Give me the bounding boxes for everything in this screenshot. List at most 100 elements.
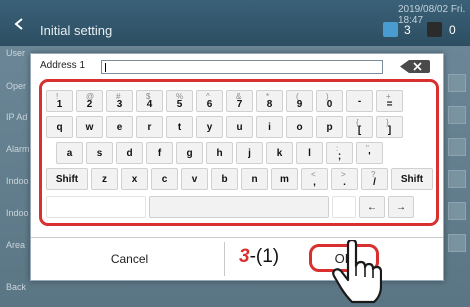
- power-icon: [383, 22, 398, 37]
- key-char: y: [206, 121, 213, 133]
- key-char: v: [191, 173, 198, 185]
- backspace-icon[interactable]: [400, 60, 430, 73]
- key[interactable]: o: [286, 116, 313, 138]
- address-field-label: Address 1: [40, 60, 86, 71]
- key[interactable]: :;: [326, 142, 353, 164]
- key[interactable]: s: [86, 142, 113, 164]
- key-char: .: [343, 176, 346, 188]
- key[interactable]: f: [146, 142, 173, 164]
- key[interactable]: e: [106, 116, 133, 138]
- bg-label: Oper: [6, 81, 27, 91]
- key-char: [: [357, 124, 362, 136]
- key-char: n: [251, 173, 258, 185]
- key[interactable]: }]: [376, 116, 403, 138]
- bg-label: Back: [6, 282, 27, 292]
- back-arrow-icon[interactable]: [14, 18, 24, 30]
- key-char: t: [177, 121, 182, 133]
- bg-label: Indoo: [6, 208, 29, 218]
- key[interactable]: ) 0: [316, 90, 343, 112]
- step-number: 3: [239, 246, 250, 267]
- key-char: p: [326, 121, 333, 133]
- warning-icon: [427, 22, 442, 37]
- key-char: 7: [236, 98, 243, 110]
- key[interactable]: q: [46, 116, 73, 138]
- shift-key[interactable]: Shift: [46, 168, 88, 190]
- step-annotation: 3-(1): [239, 246, 279, 268]
- key-char: /: [373, 176, 376, 188]
- key[interactable]: d: [116, 142, 143, 164]
- key[interactable]: m: [271, 168, 298, 190]
- key-char: 3: [116, 98, 123, 110]
- key[interactable]: t: [166, 116, 193, 138]
- key-char: l: [308, 147, 311, 159]
- key-char: Shift: [400, 173, 424, 185]
- page-title: Initial setting: [40, 23, 113, 38]
- title-bar: Initial setting 2019/08/02 Fri. 18:47 3 …: [0, 0, 470, 46]
- blank-key: [46, 196, 146, 218]
- key-char: w: [85, 121, 94, 133]
- key-row-2: q w e r t y u i o p {[}]: [46, 116, 406, 140]
- key[interactable]: i: [256, 116, 283, 138]
- address-input[interactable]: [101, 60, 383, 74]
- key[interactable]: + =: [376, 90, 403, 112]
- shift-key[interactable]: Shift: [391, 168, 433, 190]
- key[interactable]: >.: [331, 168, 358, 190]
- left-arrow-key[interactable]: ←: [359, 196, 385, 218]
- key[interactable]: w: [76, 116, 103, 138]
- cancel-button[interactable]: Cancel: [35, 242, 225, 276]
- key[interactable]: ! 1: [46, 90, 73, 112]
- key-char: x: [131, 173, 138, 185]
- key[interactable]: r: [136, 116, 163, 138]
- key[interactable]: l: [296, 142, 323, 164]
- key[interactable]: <,: [301, 168, 328, 190]
- key-char: a: [66, 147, 73, 159]
- key[interactable]: b: [211, 168, 238, 190]
- key-row-3: a s d f g h j k l:; " ': [56, 142, 386, 166]
- bg-checkbox: [448, 170, 466, 188]
- key-char: ': [368, 150, 371, 162]
- text-caret: [105, 63, 106, 72]
- right-arrow-key[interactable]: →: [388, 196, 414, 218]
- key-char: 8: [266, 98, 273, 110]
- key[interactable]: $4: [136, 90, 163, 112]
- key[interactable]: k: [266, 142, 293, 164]
- key-char: 1: [56, 98, 63, 110]
- key[interactable]: u: [226, 116, 253, 138]
- key[interactable]: (9: [286, 90, 313, 112]
- key[interactable]: a: [56, 142, 83, 164]
- bg-checkbox: [448, 106, 466, 124]
- key-char: h: [216, 147, 223, 159]
- key[interactable]: % 5: [166, 90, 193, 112]
- key-char: s: [96, 147, 103, 159]
- key[interactable]: @2: [76, 90, 103, 112]
- key[interactable]: #3: [106, 90, 133, 112]
- key-char: o: [296, 121, 303, 133]
- key[interactable]: z: [91, 168, 118, 190]
- key-char: j: [248, 147, 251, 159]
- power-count: 3: [404, 23, 411, 37]
- key[interactable]: " ': [356, 142, 383, 164]
- key-row-5: ← →: [46, 196, 417, 220]
- key[interactable]: v: [181, 168, 208, 190]
- key[interactable]: x: [121, 168, 148, 190]
- dialog-divider: [31, 237, 443, 238]
- key[interactable]: p: [316, 116, 343, 138]
- key-char: 5: [176, 98, 183, 110]
- key[interactable]: ? /: [361, 168, 388, 190]
- key[interactable]: {[: [346, 116, 373, 138]
- key[interactable]: y: [196, 116, 223, 138]
- key[interactable]: g: [176, 142, 203, 164]
- key[interactable]: n: [241, 168, 268, 190]
- bg-label: User: [6, 48, 26, 58]
- key[interactable]: -: [346, 90, 373, 112]
- key[interactable]: h: [206, 142, 233, 164]
- key[interactable]: & 7: [226, 90, 253, 112]
- key[interactable]: c: [151, 168, 178, 190]
- key[interactable]: j: [236, 142, 263, 164]
- key-char: q: [56, 121, 63, 133]
- key[interactable]: * 8: [256, 90, 283, 112]
- key-char: ;: [337, 150, 342, 162]
- key-char: =: [386, 98, 393, 110]
- key[interactable]: ^ 6: [196, 90, 223, 112]
- space-key[interactable]: [149, 196, 329, 218]
